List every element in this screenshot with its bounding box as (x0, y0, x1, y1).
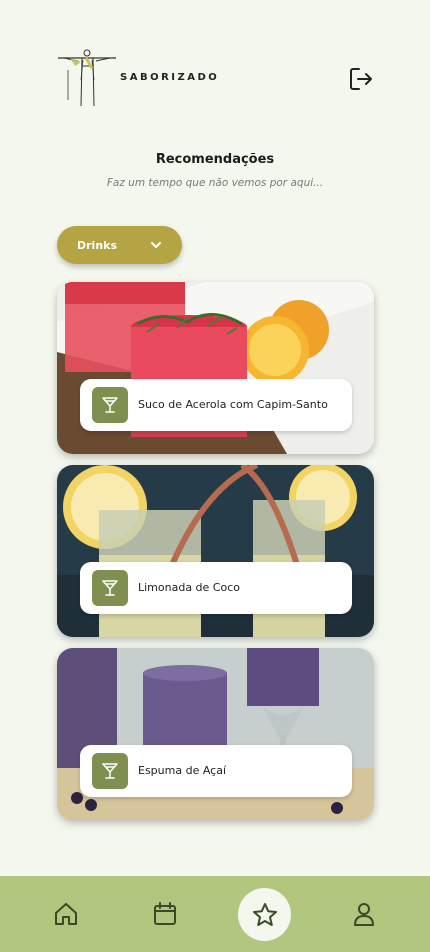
logout-button[interactable] (348, 66, 374, 92)
recipe-card-label: Suco de Acerola com Capim-Santo (80, 379, 352, 431)
logout-icon (350, 68, 372, 90)
category-dropdown[interactable]: Drinks (57, 226, 182, 264)
nav-calendar[interactable] (151, 900, 179, 928)
recipe-name: Espuma de Açaí (138, 763, 227, 777)
nav-home[interactable] (52, 900, 80, 928)
app-header: SABORIZADO (56, 46, 374, 110)
cocktail-icon (92, 753, 128, 789)
chevron-down-icon (151, 242, 161, 248)
recipe-name: Suco de Acerola com Capim-Santo (138, 397, 328, 411)
user-icon (354, 903, 374, 926)
recipe-name: Limonada de Coco (138, 580, 240, 594)
page-subtitle: Faz um tempo que não vemos por aqui... (106, 177, 324, 189)
nav-profile[interactable] (350, 900, 378, 928)
brand-name: SABORIZADO (120, 72, 220, 83)
recipe-card[interactable]: Espuma de Açaí (57, 648, 374, 820)
dropdown-selected-label: Drinks (77, 238, 118, 252)
recipe-card[interactable]: Suco de Acerola com Capim-Santo (57, 282, 374, 454)
cocktail-icon (92, 570, 128, 606)
nav-favorites[interactable] (238, 888, 291, 941)
bottom-nav (0, 876, 430, 952)
recipe-card-label: Espuma de Açaí (80, 745, 352, 797)
page-title: Recomendações (155, 152, 275, 167)
cocktail-icon (92, 387, 128, 423)
recipe-card[interactable]: Limonada de Coco (57, 465, 374, 637)
star-icon (252, 902, 277, 926)
logo-icon (58, 49, 116, 107)
recipe-card-label: Limonada de Coco (80, 562, 352, 614)
home-icon (55, 903, 77, 925)
calendar-icon (154, 902, 176, 925)
